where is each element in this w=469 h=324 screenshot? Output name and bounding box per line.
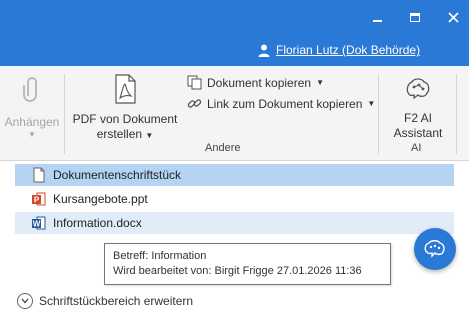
file-row-information[interactable]: W Information.docx xyxy=(15,212,454,234)
close-button[interactable] xyxy=(433,0,469,34)
powerpoint-icon: P xyxy=(31,191,47,207)
ai-assistant-button[interactable]: F2 AI Assistant xyxy=(383,76,453,141)
blank-document-icon xyxy=(31,167,47,183)
group-label-ai: AI xyxy=(411,142,422,154)
word-icon: W xyxy=(31,215,47,231)
pdf-dropdown-icon: ▼ xyxy=(145,131,154,140)
ai-brain-icon xyxy=(406,78,430,100)
pdf-label-line2: erstellen xyxy=(96,127,143,141)
title-bar: Florian Lutz (Dok Behörde) xyxy=(0,0,469,66)
ribbon-separator xyxy=(456,74,457,154)
expand-label: Schriftstückbereich erweitern xyxy=(39,294,194,308)
ribbon: Anhängen ▼ PDF von Dokument erstellen ▼ … xyxy=(0,66,469,161)
ribbon-separator xyxy=(378,74,379,154)
copy-link-button[interactable]: Link zum Dokument kopieren ▼ xyxy=(187,96,375,111)
chevron-down-icon xyxy=(17,293,33,309)
ai-brain-icon xyxy=(424,240,445,258)
file-row-kursangebote[interactable]: P Kursangebote.ppt xyxy=(15,188,454,210)
minimize-button[interactable] xyxy=(357,0,397,34)
file-name: Information.docx xyxy=(53,216,142,230)
attach-button[interactable]: Anhängen ▼ xyxy=(2,74,62,140)
ribbon-separator xyxy=(64,74,65,154)
svg-text:W: W xyxy=(33,220,41,229)
user-name[interactable]: Florian Lutz (Dok Behörde) xyxy=(276,43,420,57)
attach-label: Anhängen xyxy=(4,115,60,129)
tooltip-subject: Betreff: Information xyxy=(113,250,207,262)
ai-label-line1: F2 AI xyxy=(403,111,432,125)
close-icon xyxy=(447,11,459,23)
user-account[interactable]: Florian Lutz (Dok Behörde) xyxy=(258,43,420,57)
expand-document-area-button[interactable]: Schriftstückbereich erweitern xyxy=(17,293,193,309)
copy-document-icon xyxy=(187,75,202,90)
link-icon xyxy=(187,99,202,108)
paperclip-icon xyxy=(23,77,37,102)
copy-link-label: Link zum Dokument kopieren xyxy=(207,96,363,111)
pdf-icon xyxy=(115,74,136,104)
svg-text:P: P xyxy=(34,196,40,205)
pdf-label-line1: PDF von Dokument xyxy=(72,112,178,126)
attach-dropdown-icon: ▼ xyxy=(28,130,36,139)
copy-link-dropdown-icon: ▼ xyxy=(367,99,376,108)
file-tooltip: Betreff: Information Wird bearbeitet von… xyxy=(104,243,391,285)
copy-document-dropdown-icon: ▼ xyxy=(316,78,324,87)
maximize-icon xyxy=(410,12,420,22)
file-name: Kursangebote.ppt xyxy=(53,192,148,206)
ai-label-line2: Assistant xyxy=(393,126,443,140)
tooltip-editor: Wird bearbeitet von: Birgit Frigge 27.01… xyxy=(113,265,362,277)
copy-document-label: Dokument kopieren xyxy=(207,75,312,90)
maximize-button[interactable] xyxy=(395,0,435,34)
minimize-icon xyxy=(372,20,382,22)
pdf-create-button[interactable]: PDF von Dokument erstellen ▼ xyxy=(66,74,184,143)
file-name: Dokumentenschriftstück xyxy=(53,168,182,182)
user-icon xyxy=(258,44,270,57)
group-label-other: Andere xyxy=(205,142,241,154)
file-row-dokumentenschriftstueck[interactable]: Dokumentenschriftstück xyxy=(15,164,454,186)
ai-chat-fab-button[interactable] xyxy=(414,228,456,270)
copy-document-button[interactable]: Dokument kopieren ▼ xyxy=(187,75,324,90)
